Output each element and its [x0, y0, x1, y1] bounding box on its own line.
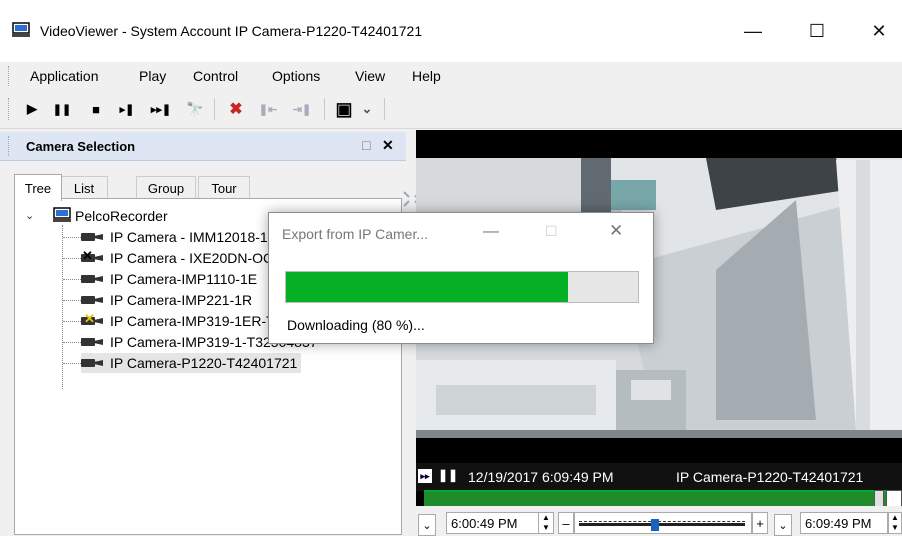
- slider-thumb[interactable]: [651, 519, 659, 531]
- end-time-spinner[interactable]: ▲ ▼: [888, 512, 902, 534]
- tree-connector: [63, 342, 81, 343]
- window-title: VideoViewer - System Account IP Camera-P…: [40, 23, 423, 39]
- dialog-maximize-button[interactable]: ☐: [545, 223, 558, 240]
- download-progress-bar: [285, 271, 639, 303]
- menu-bar: Application Play Control Options View He…: [0, 62, 902, 90]
- toolbar-grip: [8, 98, 11, 120]
- tree-item-camera-7-selected[interactable]: IP Camera-P1220-T42401721: [81, 353, 302, 373]
- panel-restore-button[interactable]: □: [362, 137, 370, 153]
- camera-icon: [81, 273, 105, 285]
- pause-state-icon: ❚❚: [438, 468, 459, 482]
- tree-connector: [63, 279, 81, 280]
- play-icon[interactable]: ▶: [24, 100, 40, 118]
- panel-close-button[interactable]: ✕: [382, 137, 394, 154]
- tree-connector: [63, 237, 81, 238]
- tree-root[interactable]: PelcoRecorder: [75, 206, 168, 226]
- tree-connector: [63, 321, 81, 322]
- title-bar: VideoViewer - System Account IP Camera-P…: [0, 0, 902, 62]
- tree-item-camera-1[interactable]: IP Camera - IMM12018-1: [81, 227, 268, 247]
- fast-forward-icon[interactable]: ▸▸: [418, 469, 432, 483]
- tree-item-camera-4[interactable]: IP Camera-IMP221-1R: [81, 290, 252, 310]
- camera-icon: [81, 357, 105, 369]
- toolbar: ▶ ❚❚ ■ ▸❚ ▸▸❚ 🔭 ✖ ❚⇤ ⇥❚ ▣ ⌄: [0, 90, 902, 207]
- export-dialog: Export from IP Camer... — ☐ ✕ Downloadin…: [268, 212, 654, 344]
- tree-connector: [63, 258, 81, 259]
- menu-help[interactable]: Help: [412, 68, 441, 84]
- playback-timestamp: 12/19/2017 6:09:49 PM: [468, 469, 614, 485]
- time-controls: ⌄ 6:00:49 PM ▲ ▼ – + ⌄ 6:09:49 PM ▲ ▼: [416, 506, 902, 536]
- tab-list[interactable]: List: [60, 176, 108, 199]
- skip-forward-icon[interactable]: ▸▸❚: [148, 100, 174, 118]
- binoculars-icon[interactable]: 🔭: [184, 100, 206, 118]
- delete-icon[interactable]: ✖: [226, 100, 246, 118]
- tab-tree[interactable]: Tree: [14, 174, 62, 201]
- toolbar-separator: [324, 98, 325, 120]
- camera-icon: [81, 294, 105, 306]
- layout-icon[interactable]: ▣: [334, 99, 354, 119]
- menu-control[interactable]: Control: [193, 68, 238, 84]
- tree-connector: [63, 300, 81, 301]
- start-time-field[interactable]: 6:00:49 PM: [446, 512, 544, 534]
- tab-tour[interactable]: Tour: [198, 176, 250, 199]
- camera-name-clip: IP Camera-P1220-T42401721: [670, 463, 902, 491]
- pause-icon[interactable]: ❚❚: [53, 100, 71, 118]
- close-button[interactable]: ✕: [856, 10, 902, 52]
- menu-view[interactable]: View: [355, 68, 385, 84]
- stop-icon[interactable]: ■: [88, 100, 104, 118]
- dialog-title: Export from IP Camer...: [282, 226, 429, 242]
- mark-in-icon[interactable]: ❚⇤: [256, 100, 280, 118]
- monitor-icon: [12, 22, 30, 37]
- layout-dropdown-icon[interactable]: ⌄: [360, 100, 374, 118]
- recorder-icon: [53, 207, 71, 222]
- zoom-out-button[interactable]: –: [558, 512, 574, 534]
- dialog-minimize-button[interactable]: —: [483, 223, 499, 241]
- download-status: Downloading (80 %)...: [287, 317, 425, 333]
- camera-selection-header: Camera Selection □ ✕: [0, 132, 406, 161]
- camera-warning-icon: ✕: [81, 312, 105, 327]
- camera-icon: [81, 231, 105, 243]
- toolbar-separator: [384, 98, 385, 120]
- slider-ticks: [579, 517, 745, 522]
- camera-icon: [81, 336, 105, 348]
- tree-item-label: IP Camera-P1220-T42401721: [110, 355, 298, 371]
- start-time-spinner[interactable]: ▲ ▼: [538, 512, 554, 534]
- timeline-bar[interactable]: [424, 490, 902, 508]
- menu-options[interactable]: Options: [272, 68, 320, 84]
- tree-item-camera-3[interactable]: IP Camera-IMP1110-1E: [81, 269, 257, 289]
- menu-grip: [8, 66, 11, 86]
- time-range-slider[interactable]: [574, 512, 752, 534]
- tree-item-label: IP Camera - IXE20DN-OCP: [110, 250, 283, 266]
- dialog-close-button[interactable]: ✕: [609, 221, 623, 241]
- tree-item-label: IP Camera-IMP1110-1E: [110, 271, 258, 287]
- menu-play[interactable]: Play: [139, 68, 166, 84]
- end-dropdown-icon[interactable]: ⌄: [774, 514, 792, 536]
- panel-title: Camera Selection: [26, 139, 136, 154]
- maximize-button[interactable]: ☐: [794, 10, 840, 52]
- tree-item-label: IP Camera-IMP221-1R: [110, 292, 253, 308]
- panel-grip: [8, 136, 11, 156]
- menu-application[interactable]: Application: [30, 68, 99, 84]
- zoom-in-button[interactable]: +: [752, 512, 768, 534]
- slider-track: [579, 523, 745, 526]
- tree-root-label: PelcoRecorder: [75, 208, 168, 224]
- camera-offline-icon: ✕: [81, 249, 105, 264]
- start-dropdown-icon[interactable]: ⌄: [418, 514, 436, 536]
- tree-item-camera-2[interactable]: ✕ IP Camera - IXE20DN-OCP: [81, 248, 282, 268]
- toolbar-separator: [214, 98, 215, 120]
- end-time-field[interactable]: 6:09:49 PM: [800, 512, 888, 534]
- tree-connector: [63, 363, 81, 364]
- tree-item-label: IP Camera - IMM12018-1: [110, 229, 268, 245]
- mark-out-icon[interactable]: ⇥❚: [290, 100, 314, 118]
- tab-group[interactable]: Group: [136, 176, 196, 199]
- step-forward-icon[interactable]: ▸❚: [116, 100, 138, 118]
- start-time-value: 6:00:49 PM: [451, 515, 518, 531]
- minimize-button[interactable]: —: [730, 10, 776, 52]
- playback-camera-name: IP Camera-P1220-T42401721: [676, 469, 864, 485]
- end-time-value: 6:09:49 PM: [805, 515, 872, 531]
- progress-fill: [286, 272, 568, 302]
- collapse-chevron-icon[interactable]: ⌄: [25, 209, 34, 222]
- tree-connector: [62, 225, 64, 389]
